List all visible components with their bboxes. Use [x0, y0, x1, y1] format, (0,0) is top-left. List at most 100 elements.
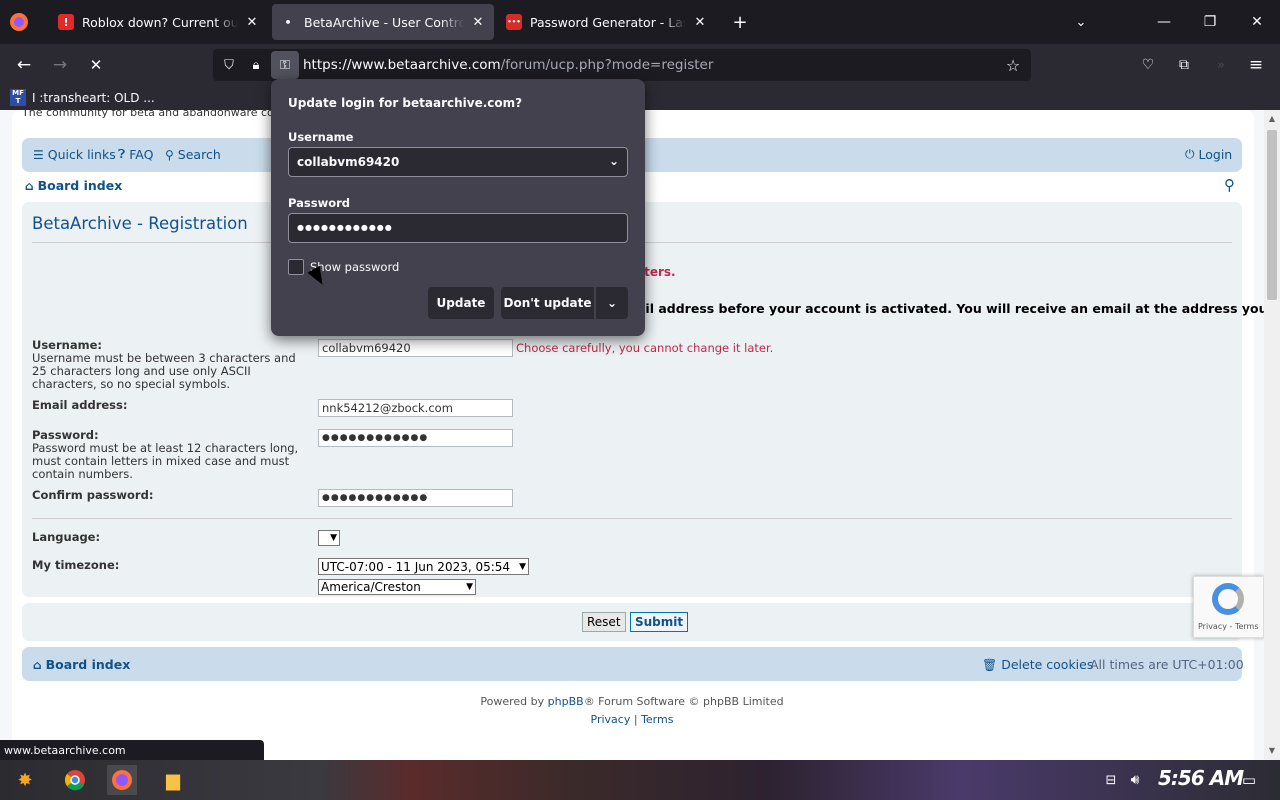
password-label: Password: Password must be at least 12 c…	[32, 429, 302, 481]
show-password-checkbox[interactable]	[288, 259, 304, 275]
board-index-link[interactable]: ⌂ Board index	[25, 178, 122, 193]
search-icon[interactable]: ⚲	[1224, 176, 1235, 194]
back-arrow-icon[interactable]: ←	[8, 49, 40, 81]
close-tab-icon[interactable]: ✕	[692, 15, 708, 30]
url-text[interactable]: https://www.betaarchive.com/forum/ucp.ph…	[303, 57, 713, 73]
popup-username-field[interactable]: collabvm69420 ⌄	[288, 147, 628, 177]
lock-icon[interactable]: 🔒︎	[246, 55, 266, 75]
timezone-label-text: My timezone:	[32, 558, 120, 572]
tab-roblox[interactable]: ! Roblox down? Current outages ✕	[50, 4, 268, 40]
login-label: Login	[1198, 147, 1233, 162]
notifications-icon[interactable]: ▭	[1234, 765, 1264, 795]
tab-title: Roblox down? Current outages	[82, 14, 238, 30]
form-buttons: Reset Submit	[22, 603, 1242, 641]
submit-button[interactable]: Submit	[630, 612, 689, 632]
status-bar: www.betaarchive.com	[0, 740, 264, 761]
dont-update-button[interactable]: Don't update	[501, 287, 594, 319]
firefox-menu-icon[interactable]	[8, 11, 30, 33]
scroll-down-icon[interactable]: ▼	[1264, 746, 1280, 755]
privacy-link[interactable]: Privacy	[591, 713, 631, 726]
timezone-label: My timezone:	[32, 559, 119, 572]
popup-username-value: collabvm69420	[297, 155, 400, 169]
username-field[interactable]: collabvm69420	[318, 339, 513, 357]
close-tab-icon[interactable]: ✕	[470, 15, 486, 30]
confirm-password-field[interactable]: ●●●●●●●●●●●●	[318, 489, 513, 507]
bookmark-favicon-icon: MF T	[10, 89, 26, 106]
minimize-icon[interactable]: —	[1141, 0, 1187, 44]
home-icon: ⌂	[25, 178, 34, 193]
tab-title: BetaArchive - User Control Panel	[304, 14, 464, 30]
extensions-icon[interactable]: ⧉	[1168, 49, 1200, 81]
login-link[interactable]: ⏻ Login	[1185, 147, 1232, 162]
footer-board-index-link[interactable]: ⌂ Board index	[33, 657, 130, 672]
page-scrollbar[interactable]: ▲ ▼	[1264, 110, 1280, 760]
terms-link[interactable]: Terms	[641, 713, 673, 726]
overflow-icon[interactable]: »	[1205, 49, 1237, 81]
more-options-chevron-icon[interactable]: ⌄	[596, 287, 628, 319]
activation-notice: ail address before your account is activ…	[637, 301, 1264, 316]
tracking-protection-shield-icon[interactable]: ⛉	[219, 55, 239, 75]
firefox-icon[interactable]	[107, 765, 137, 795]
address-bar[interactable]: ⛉ 🔒︎ ⚿ https://www.betaarchive.com/forum…	[213, 49, 1031, 81]
list-all-tabs-chevron-icon[interactable]: ⌄	[1067, 8, 1095, 36]
password-update-popup: Update login for betaarchive.com? Userna…	[271, 79, 645, 336]
tab-lastpass[interactable]: ••• Password Generator - LastPass ✕	[498, 4, 716, 40]
clock[interactable]: 5:56 AM	[1158, 766, 1244, 790]
board-index-label: Board index	[37, 178, 123, 193]
popup-username-label: Username	[288, 130, 354, 144]
update-button[interactable]: Update	[428, 287, 494, 319]
close-window-icon[interactable]: ✕	[1234, 0, 1280, 44]
volume-icon[interactable]: 🔊︎	[1120, 765, 1150, 795]
search-link[interactable]: ⚲ Search	[165, 147, 221, 162]
chevron-down-icon: ▼	[519, 561, 526, 572]
powered-prefix: Powered by	[480, 695, 548, 708]
password-field[interactable]: ●●●●●●●●●●●●	[318, 429, 513, 447]
search-label: Search	[177, 147, 221, 162]
search-icon: ⚲	[165, 147, 174, 162]
forward-arrow-icon[interactable]: →	[44, 49, 76, 81]
scroll-up-icon[interactable]: ▲	[1264, 114, 1280, 123]
delete-cookies-link[interactable]: 🗑︎ Delete cookies	[982, 657, 1093, 672]
scrollbar-thumb[interactable]	[1267, 130, 1277, 300]
bookmark-star-icon[interactable]: ☆	[1003, 55, 1023, 75]
popup-title: Update login for betaarchive.com?	[288, 96, 523, 110]
footer-navbar: ⌂ Board index 🗑︎ Delete cookies All times …	[22, 647, 1244, 681]
username-warning: Choose carefully, you cannot change it l…	[516, 341, 774, 355]
recaptcha-badge[interactable]: Privacy - Terms	[1193, 576, 1264, 638]
popup-password-field[interactable]: ●●●●●●●●●●●●	[288, 213, 628, 243]
bookmark-item[interactable]: MF T I :transheart: OLD ...	[10, 89, 155, 106]
phpbb-link[interactable]: phpBB	[548, 695, 584, 708]
file-explorer-icon[interactable]: ▆	[158, 765, 188, 795]
username-label: Username: Username must be between 3 cha…	[32, 339, 302, 391]
restore-icon[interactable]: ❐	[1187, 0, 1233, 44]
chevron-down-icon: ▼	[466, 582, 473, 592]
username-help: Username must be between 3 characters an…	[32, 351, 296, 391]
url-host: https://www.betaarchive.com	[303, 57, 501, 73]
confirm-label-text: Confirm password:	[32, 488, 154, 502]
start-icon[interactable]: ✸	[10, 765, 40, 795]
reset-button[interactable]: Reset	[582, 612, 626, 632]
hamburger-menu-icon[interactable]: ≡	[1240, 49, 1272, 81]
stop-loading-icon[interactable]: ✕	[80, 49, 112, 81]
new-tab-plus-icon[interactable]: +	[726, 8, 754, 36]
timezone-value: UTC-07:00 - 11 Jun 2023, 05:54	[321, 559, 511, 574]
page-title: BetaArchive - Registration	[32, 214, 248, 233]
quick-links[interactable]: ☰ Quick links	[33, 147, 116, 162]
language-select[interactable]: ▼	[318, 530, 340, 546]
faq-link[interactable]: ❓︎ FAQ	[118, 147, 153, 162]
footer-board-index-label: Board index	[45, 657, 131, 672]
close-tab-icon[interactable]: ✕	[244, 15, 260, 30]
chevron-down-icon: ▼	[330, 533, 337, 543]
pocket-icon[interactable]: ♡	[1132, 49, 1164, 81]
site-tagline: The community for beta and abandonware c…	[22, 110, 274, 119]
timezone-select[interactable]: UTC-07:00 - 11 Jun 2023, 05:54 ▼	[318, 558, 529, 575]
region-value: America/Creston	[321, 580, 421, 594]
recaptcha-links[interactable]: Privacy - Terms	[1198, 622, 1259, 631]
tab-betaarchive[interactable]: • BetaArchive - User Control Panel ✕	[272, 4, 494, 40]
chrome-icon[interactable]	[60, 765, 90, 795]
home-icon: ⌂	[33, 657, 42, 672]
chevron-down-icon[interactable]: ⌄	[609, 154, 619, 168]
email-field[interactable]: nnk54212@zbock.com	[318, 399, 513, 417]
separator: |	[633, 713, 638, 726]
region-select[interactable]: America/Creston ▼	[318, 579, 476, 595]
